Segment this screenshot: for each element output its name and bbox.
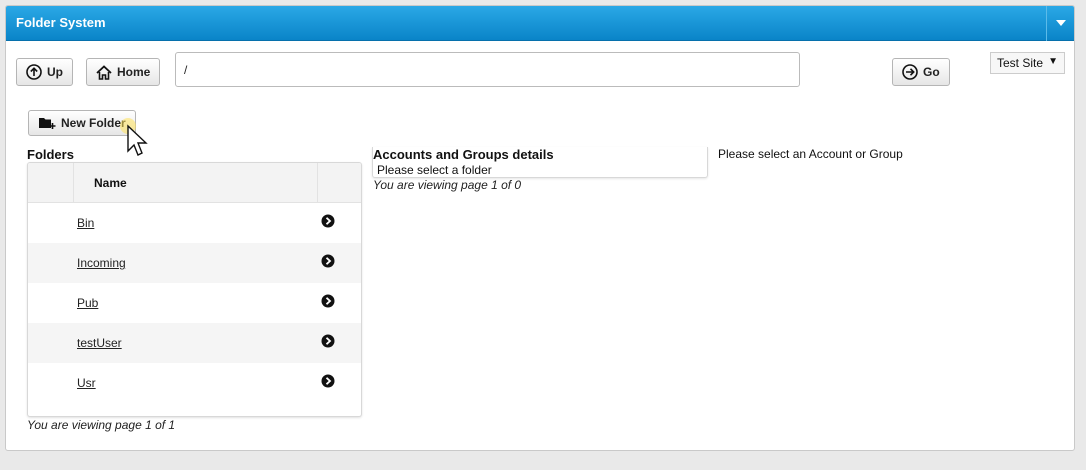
panel-title: Folder System: [16, 15, 106, 30]
up-button-label: Up: [47, 65, 63, 79]
folder-link[interactable]: Incoming: [77, 256, 126, 270]
table-row: Bin: [28, 203, 361, 243]
folder-link[interactable]: testUser: [77, 336, 122, 350]
new-folder-icon: [39, 118, 56, 129]
site-select-value: Test Site: [997, 56, 1044, 70]
folders-pager-text: You are viewing page 1 of 1: [27, 418, 176, 432]
open-arrow-icon[interactable]: [321, 374, 335, 388]
arrow-right-circle-icon: [902, 64, 918, 80]
account-hint: Please select an Account or Group: [718, 147, 903, 161]
header-blank-cell: [28, 163, 74, 203]
path-input[interactable]: [175, 52, 800, 87]
folders-table: Name Bin Incoming Pub testUser Usr: [27, 162, 362, 417]
details-pager-text: You are viewing page 1 of 0: [373, 178, 522, 192]
folders-table-header: Name: [28, 163, 361, 203]
table-row: Incoming: [28, 243, 361, 283]
go-button-label: Go: [923, 65, 940, 79]
open-arrow-icon[interactable]: [321, 334, 335, 348]
home-icon: [96, 64, 112, 80]
go-button[interactable]: Go: [892, 58, 950, 86]
site-select[interactable]: Test Site ▼: [990, 52, 1065, 74]
table-row: testUser: [28, 323, 361, 363]
open-arrow-icon[interactable]: [321, 254, 335, 268]
details-placeholder: Please select a folder: [377, 163, 492, 177]
table-row: Pub: [28, 283, 361, 323]
mouse-cursor-icon: [120, 118, 148, 156]
panel-titlebar: Folder System: [6, 6, 1074, 41]
home-button[interactable]: Home: [86, 58, 161, 86]
arrow-up-circle-icon: [26, 64, 42, 80]
table-row: Usr: [28, 363, 361, 403]
details-heading: Accounts and Groups details: [373, 147, 554, 162]
panel-menu-button[interactable]: [1046, 6, 1074, 41]
up-button[interactable]: Up: [16, 58, 73, 86]
open-arrow-icon[interactable]: [321, 214, 335, 228]
folder-link[interactable]: Bin: [77, 216, 94, 230]
folders-heading: Folders: [27, 147, 74, 162]
chevron-down-icon: [1056, 20, 1066, 26]
folder-link[interactable]: Usr: [77, 376, 96, 390]
folder-link[interactable]: Pub: [77, 296, 98, 310]
dropdown-arrow-icon: ▼: [1048, 56, 1058, 67]
home-button-label: Home: [117, 65, 151, 79]
new-folder-label: New Folder: [61, 116, 126, 130]
column-header-name[interactable]: Name: [74, 163, 318, 203]
open-arrow-icon[interactable]: [321, 294, 335, 308]
folder-system-panel: Folder System Up Home Go Test Site ▼: [5, 5, 1075, 451]
